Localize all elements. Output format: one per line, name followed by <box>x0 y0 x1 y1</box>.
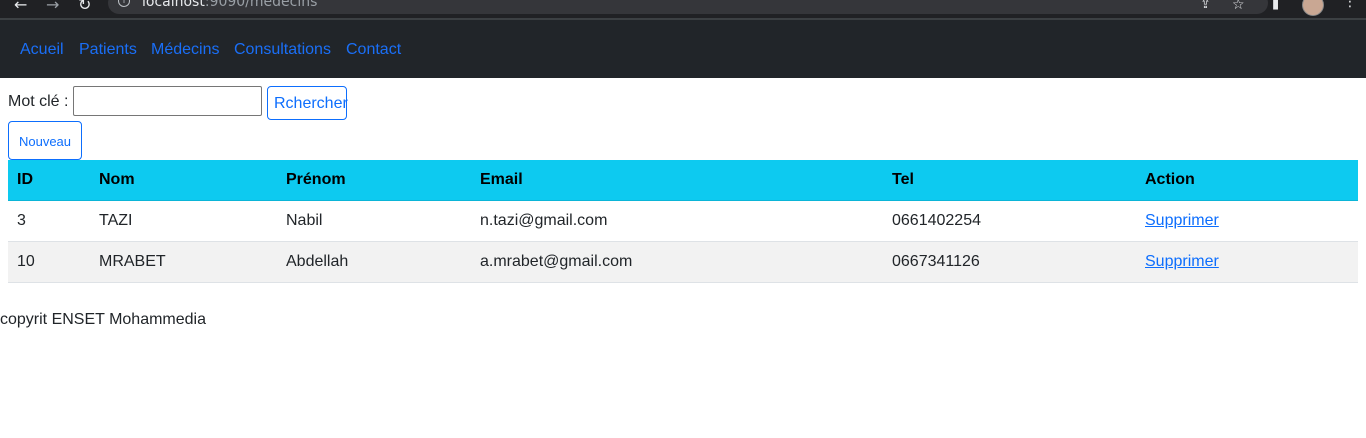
browser-toolbar: ← → ↻ i localhost:9090/medecins ⇪ ☆ ▮ ⋮ <box>0 0 1366 18</box>
new-button[interactable]: Nouveau <box>8 121 82 160</box>
table-row: 10 MRABET Abdellah a.mrabet@gmail.com 06… <box>8 241 1358 283</box>
profile-avatar[interactable] <box>1302 0 1324 16</box>
table-row: 3 TAZI Nabil n.tazi@gmail.com 0661402254… <box>8 200 1358 242</box>
navbar: Acueil Patients Médecins Consultations C… <box>0 20 1366 78</box>
cell-action: Supprimer <box>1136 241 1358 283</box>
column-header-email: Email <box>471 160 883 201</box>
sidebar-icon[interactable]: ▮ <box>1272 0 1279 14</box>
column-header-id: ID <box>8 160 90 201</box>
url-text[interactable]: localhost:9090/medecins <box>142 0 317 10</box>
table-header-row: ID Nom Prénom Email Tel Action <box>8 160 1358 201</box>
cell-tel: 0667341126 <box>883 241 1136 283</box>
delete-link[interactable]: Supprimer <box>1145 212 1219 229</box>
cell-tel: 0661402254 <box>883 200 1136 242</box>
search-button[interactable]: Rchercher <box>267 86 348 120</box>
column-header-prenom: Prénom <box>277 160 471 201</box>
nav-link-acueil[interactable]: Acueil <box>20 41 64 59</box>
back-arrow-icon[interactable]: ← <box>14 0 27 14</box>
cell-id: 3 <box>8 200 90 242</box>
reload-icon[interactable]: ↻ <box>78 0 91 14</box>
footer-text: copyrit ENSET Mohammedia <box>0 311 206 328</box>
nav-link-contact[interactable]: Contact <box>346 41 401 59</box>
column-header-nom: Nom <box>90 160 277 201</box>
star-icon[interactable]: ☆ <box>1232 0 1245 14</box>
delete-link[interactable]: Supprimer <box>1145 253 1219 270</box>
cell-action: Supprimer <box>1136 200 1358 242</box>
medecins-table: ID Nom Prénom Email Tel Action 3 TAZI Na… <box>8 160 1358 283</box>
cell-id: 10 <box>8 241 90 283</box>
nav-link-patients[interactable]: Patients <box>79 41 137 59</box>
cell-prenom: Abdellah <box>277 241 471 283</box>
column-header-tel: Tel <box>883 160 1136 201</box>
search-input[interactable] <box>73 86 262 116</box>
cell-prenom: Nabil <box>277 200 471 242</box>
menu-icon[interactable]: ⋮ <box>1343 0 1357 10</box>
cell-email: n.tazi@gmail.com <box>471 200 883 242</box>
search-label: Mot clé : <box>8 93 69 110</box>
nav-link-consultations[interactable]: Consultations <box>234 41 331 59</box>
forward-arrow-icon[interactable]: → <box>46 0 59 14</box>
cell-nom: MRABET <box>90 241 277 283</box>
share-icon[interactable]: ⇪ <box>1200 0 1211 14</box>
cell-email: a.mrabet@gmail.com <box>471 241 883 283</box>
nav-link-medecins[interactable]: Médecins <box>151 41 219 59</box>
column-header-action: Action <box>1136 160 1358 201</box>
cell-nom: TAZI <box>90 200 277 242</box>
